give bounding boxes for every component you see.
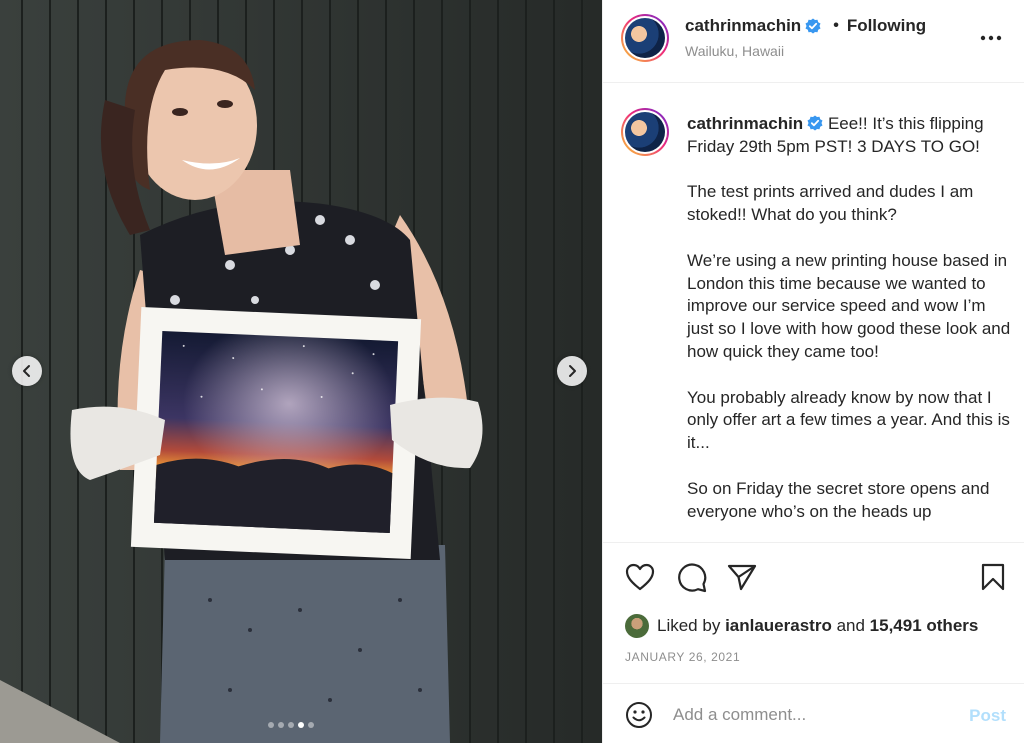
caption-paragraph: You probably already know by now that I …	[687, 387, 1010, 453]
post-header: cathrinmachin • Following Wailuku, Hawai…	[603, 0, 1024, 83]
heart-icon	[625, 563, 655, 591]
emoji-button[interactable]	[625, 701, 653, 734]
share-button[interactable]	[727, 563, 757, 596]
carousel-dot	[268, 722, 274, 728]
likes-conjunction: and	[836, 616, 865, 635]
carousel-dot	[288, 722, 294, 728]
post-location[interactable]: Wailuku, Hawaii	[685, 43, 784, 59]
comment-icon	[678, 563, 707, 593]
post-actions: Liked by ianlauerastro and 15,491 others…	[603, 542, 1024, 742]
carousel-next-button[interactable]	[557, 356, 587, 386]
carousel-indicator	[268, 722, 314, 728]
following-button[interactable]: Following	[847, 16, 926, 36]
save-button[interactable]	[981, 563, 1005, 596]
comment-button[interactable]	[677, 563, 707, 598]
post-photo	[0, 0, 602, 743]
chevron-right-icon	[569, 365, 576, 377]
comment-input[interactable]	[673, 702, 943, 728]
caption-username[interactable]: cathrinmachin	[687, 114, 803, 133]
post-caption: cathrinmachin Eee!! It’s this flipping F…	[687, 113, 1012, 542]
author-username[interactable]: cathrinmachin	[685, 16, 801, 36]
caption-paragraph: The test prints arrived and dudes I am s…	[687, 182, 974, 225]
separator-dot: •	[833, 17, 839, 34]
emoji-icon	[626, 702, 652, 728]
caption-paragraph: We’re using a new printing house based i…	[687, 250, 1011, 361]
author-line: cathrinmachin • Following	[685, 16, 926, 36]
verified-icon	[807, 115, 823, 131]
post-date[interactable]: JANUARY 26, 2021	[625, 650, 740, 664]
post-media[interactable]	[0, 0, 602, 743]
caption-scroll-area[interactable]: cathrinmachin Eee!! It’s this flipping F…	[603, 84, 1024, 542]
carousel-dot	[308, 722, 314, 728]
instagram-post: cathrinmachin • Following Wailuku, Hawai…	[0, 0, 1024, 743]
share-icon	[727, 564, 757, 591]
verified-icon	[805, 18, 821, 34]
likes-summary: Liked by ianlauerastro and 15,491 others	[625, 614, 978, 638]
likes-count[interactable]: 15,491 others	[870, 616, 979, 636]
more-options-button[interactable]	[980, 28, 1002, 46]
caption-paragraph: So on Friday the secret store opens and …	[687, 478, 990, 521]
like-button[interactable]	[625, 563, 655, 596]
post-comment-button[interactable]: Post	[969, 706, 1006, 726]
more-icon	[980, 35, 1002, 41]
bookmark-icon	[981, 563, 1005, 591]
likes-prefix: Liked by	[657, 616, 721, 635]
carousel-dot	[278, 722, 284, 728]
liker-username[interactable]: ianlauerastro	[725, 616, 832, 636]
comment-bar: Post	[603, 683, 1024, 743]
post-side-panel: cathrinmachin • Following Wailuku, Hawai…	[602, 0, 1024, 743]
caption-author-avatar[interactable]	[621, 108, 669, 156]
chevron-left-icon	[23, 365, 30, 377]
carousel-dot-active	[298, 722, 304, 728]
caption-paragraph: cathrinmachin Eee!! It’s this flipping F…	[687, 113, 1012, 159]
liker-avatar[interactable]	[625, 614, 649, 638]
carousel-prev-button[interactable]	[12, 356, 42, 386]
author-avatar[interactable]	[621, 14, 669, 62]
